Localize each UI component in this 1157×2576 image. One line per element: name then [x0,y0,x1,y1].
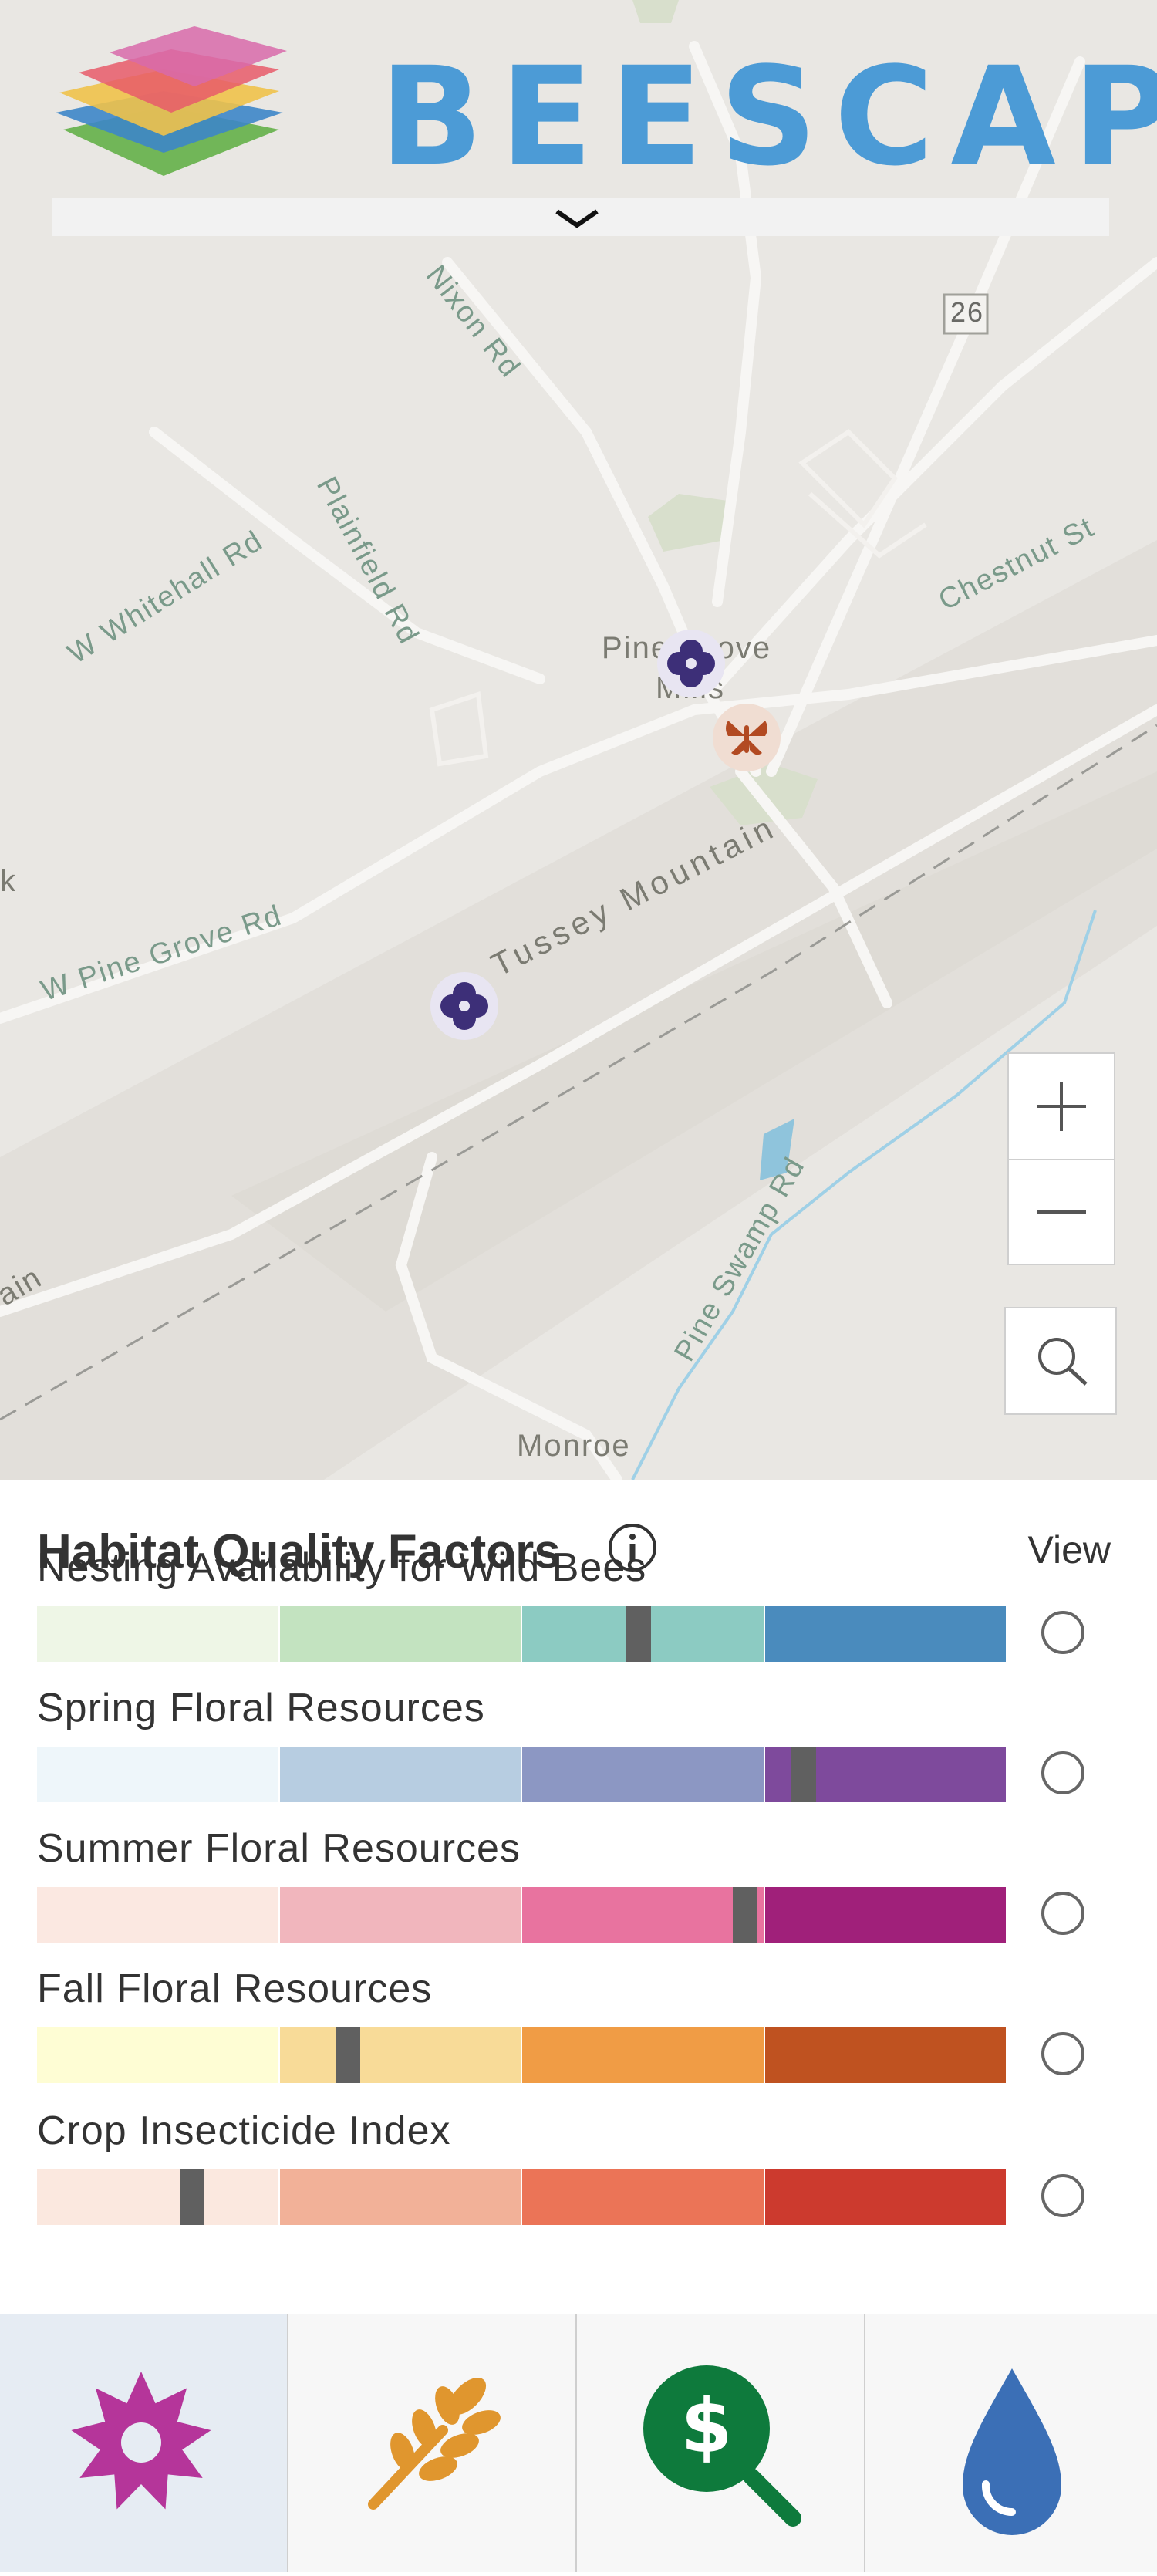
plus-icon [1037,1082,1086,1131]
flower-icon [657,630,725,697]
map[interactable]: 26 Nixon Rd W Whitehall Rd Plainfield Rd… [0,0,1157,1480]
water-drop-icon [963,2368,1061,2535]
flower-icon [430,972,498,1040]
scale-segment [37,1887,278,1943]
zoom-out-button[interactable] [1009,1160,1114,1264]
view-radio-button[interactable] [1041,2032,1084,2075]
scale-segment [279,1747,521,1802]
scale-segment [279,2169,521,2225]
place-label-monroe: Monroe [517,1429,631,1463]
view-radio-button[interactable] [1041,1751,1084,1794]
scale-segment [764,2169,1006,2225]
svg-text:$: $ [681,2383,733,2470]
view-radio-button[interactable] [1041,1611,1084,1654]
search-button[interactable] [1004,1307,1117,1415]
scale-segment [279,2027,521,2083]
habitat-factor-row: Crop Insecticide Index [37,2108,1132,2248]
value-marker [733,1887,758,1943]
zoom-controls [1007,1052,1115,1265]
place-label-k: k [0,864,17,898]
tab-crop[interactable] [288,2314,577,2572]
butterfly-icon [713,704,781,771]
route-shield-26: 26 [950,296,985,328]
habitat-panel: Habitat Quality Factors View Nesting Ava… [0,1480,1157,2314]
tab-economic[interactable]: $ [577,2314,865,2572]
app-title: BEESCAPE [379,38,1157,196]
scale-segment [37,1747,278,1802]
scale-segment [522,1887,764,1943]
tab-floral[interactable] [0,2314,288,2572]
header-drawer-toggle[interactable] [52,198,1109,236]
factor-scale-bar [37,1747,1007,1802]
dollar-search-icon: $ [643,2365,801,2527]
scale-segment [764,1887,1006,1943]
factor-label: Crop Insecticide Index [37,2108,451,2153]
factor-label: Fall Floral Resources [37,1967,433,2011]
butterfly-marker[interactable] [711,702,782,773]
scale-segment [279,1606,521,1662]
habitat-factor-row: Nesting Availability for Wild Bees [37,1545,1132,1685]
scale-segment [37,2169,278,2225]
factor-label: Nesting Availability for Wild Bees [37,1545,647,1590]
factor-label: Spring Floral Resources [37,1686,485,1730]
value-marker [180,2169,205,2225]
scale-segment [522,2027,764,2083]
app-logo: BEESCAPE [48,22,1157,185]
flower-burst-icon [71,2372,211,2510]
search-icon [1038,1338,1088,1386]
value-marker [335,2027,360,2083]
scale-segment [37,2027,278,2083]
wheat-icon [368,2377,501,2510]
factor-scale-bar [37,1887,1007,1943]
scale-segment [522,1747,764,1802]
scale-segment [764,1606,1006,1662]
factor-scale-bar [37,2169,1007,2225]
habitat-factor-row: Spring Floral Resources [37,1685,1132,1825]
factor-label: Summer Floral Resources [37,1826,521,1871]
flower-marker[interactable] [656,628,727,699]
value-marker [791,1747,816,1802]
habitat-factor-row: Summer Floral Resources [37,1825,1132,1966]
view-radio-button[interactable] [1041,2174,1084,2217]
scale-segment [764,2027,1006,2083]
layers-logo-icon [56,26,287,176]
scale-segment [279,1887,521,1943]
minus-icon [1037,1210,1086,1214]
zoom-in-button[interactable] [1009,1054,1114,1160]
scale-segment [522,2169,764,2225]
habitat-factor-row: Fall Floral Resources [37,1966,1132,2106]
bottom-tab-bar: $ [0,2314,1157,2572]
view-radio-button[interactable] [1041,1892,1084,1935]
tab-water[interactable] [865,2314,1157,2572]
flower-marker[interactable] [429,971,500,1042]
factor-scale-bar [37,2027,1007,2083]
scale-segment [37,1606,278,1662]
value-marker [626,1606,651,1662]
chevron-down-icon [555,209,599,228]
factor-scale-bar [37,1606,1007,1662]
